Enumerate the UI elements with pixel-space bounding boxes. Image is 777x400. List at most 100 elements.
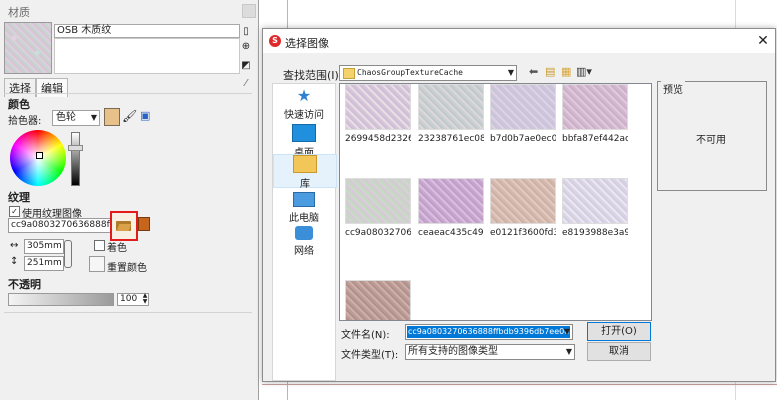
material-name-input[interactable]: OSB 木质纹 [54, 24, 240, 38]
height-arrow-icon: ↕ [10, 256, 19, 267]
reset-color-swatch[interactable] [89, 256, 105, 272]
material-color-swatch[interactable] [104, 108, 120, 126]
opacity-slider[interactable] [8, 293, 114, 306]
display-secondary-icon[interactable]: ▯ [240, 26, 252, 38]
look-in-value: ChaosGroupTextureCache [357, 68, 463, 77]
places-bar: ★ 快速访问 桌面 库 此电脑 网络 [272, 83, 337, 381]
desktop-icon [292, 124, 316, 142]
file-tile[interactable]: 2699458d2326... [345, 84, 411, 144]
edit-texture-icon[interactable] [138, 217, 150, 231]
file-thumbnail [490, 84, 556, 130]
material-thumbnail [4, 22, 52, 74]
texture-width-input[interactable]: 305mm [24, 239, 64, 254]
tab-select[interactable]: 选择 [4, 78, 36, 97]
place-label: 快速访问 [284, 110, 324, 121]
filename-input[interactable]: cc9a0803270636888ffbdb9396db7ee0e ▼ [405, 324, 573, 340]
texture-height-input[interactable]: 251mm [24, 256, 64, 271]
filetype-value: 所有支持的图像类型 [408, 346, 498, 357]
place-quick-access[interactable]: ★ 快速访问 [273, 88, 335, 122]
file-list[interactable]: 2699458d2326... 23238761ec08... b7d0b7ae… [339, 83, 652, 321]
file-thumbnail [490, 178, 556, 224]
look-in-select[interactable]: ChaosGroupTextureCache ▼ [339, 65, 517, 81]
file-name: b7d0b7ae0ec0... [490, 134, 556, 144]
file-tile[interactable] [345, 280, 411, 320]
panel-tabs: 选择 编辑 [4, 78, 68, 97]
create-material-icon[interactable]: ⊕ [240, 41, 252, 53]
new-folder-icon[interactable]: ▦ [561, 66, 571, 78]
folder-open-icon [116, 224, 132, 231]
place-library[interactable]: 库 [273, 154, 337, 190]
filename-value: cc9a0803270636888ffbdb9396db7ee0e [407, 326, 571, 338]
match-color-on-screen-icon[interactable]: ▣ [140, 109, 150, 122]
file-name: cc9a080327063... [345, 228, 411, 238]
chevron-down-icon: ▼ [565, 347, 572, 356]
default-material-icon[interactable]: ◩ [240, 60, 252, 72]
color-picker-select[interactable]: 色轮 ▼ [52, 110, 100, 126]
filetype-select[interactable]: 所有支持的图像类型 ▼ [405, 344, 575, 360]
dialog-title: 选择图像 [285, 37, 329, 50]
color-section-heading: 颜色 [8, 98, 30, 111]
file-tile[interactable]: cc9a080327063... [345, 178, 411, 238]
reset-color-label: 重置颜色 [107, 263, 147, 274]
aspect-lock-icon[interactable] [64, 240, 72, 268]
file-thumbnail [345, 178, 411, 224]
chevron-down-icon[interactable]: ▼ [564, 325, 570, 339]
file-tile[interactable]: e8193988e3a9... [562, 178, 628, 238]
place-label: 此电脑 [289, 213, 319, 224]
filename-label: 文件名(N): [341, 330, 390, 341]
file-thumbnail [345, 84, 411, 130]
tab-edit[interactable]: 编辑 [36, 78, 68, 97]
place-label: 库 [300, 179, 310, 190]
close-icon[interactable]: ✕ [754, 32, 772, 50]
computer-icon [293, 192, 315, 207]
material-description-box[interactable] [54, 38, 240, 74]
preview-unavailable-text: 不可用 [696, 135, 726, 146]
file-thumbnail [418, 84, 484, 130]
file-tile[interactable]: ceaeac435c49... [418, 178, 484, 238]
folder-icon [343, 68, 355, 79]
colorize-label: 着色 [107, 243, 127, 254]
chevron-down-icon: ▼ [507, 68, 514, 77]
file-name: ceaeac435c49... [418, 228, 484, 238]
eyedropper-icon[interactable]: ⁄ [240, 78, 252, 90]
network-icon [295, 226, 313, 240]
panel-collapse-button[interactable] [242, 4, 256, 18]
browse-texture-button[interactable] [110, 211, 138, 241]
texture-file-field[interactable]: cc9a0803270636888ffbdb939 [8, 218, 112, 233]
colorize-checkbox[interactable] [94, 240, 105, 251]
filetype-label: 文件类型(T): [341, 350, 399, 361]
brightness-slider-handle[interactable] [68, 145, 83, 151]
open-button[interactable]: 打开(O) [587, 322, 651, 341]
file-tile[interactable]: e0121f3600fd3... [490, 178, 556, 238]
cancel-button[interactable]: 取消 [587, 342, 651, 361]
opacity-section-heading: 不透明 [8, 278, 41, 291]
use-texture-checkbox[interactable]: ✓ [9, 206, 20, 217]
file-tile[interactable]: 23238761ec08... [418, 84, 484, 144]
file-tile[interactable]: bbfa87ef442ac... [562, 84, 628, 144]
opacity-spinner[interactable]: ▲ ▼ [141, 293, 149, 306]
width-arrow-icon: ↔ [10, 240, 19, 251]
color-wheel-marker[interactable] [36, 152, 43, 159]
brightness-slider-track[interactable] [71, 132, 80, 186]
sketchup-app-icon: S [269, 35, 281, 47]
place-network[interactable]: 网络 [273, 226, 335, 257]
picker-label: 拾色器: [8, 116, 42, 127]
match-color-in-model-icon[interactable]: 🖌 [122, 109, 137, 123]
tab-divider [4, 93, 252, 94]
file-tile[interactable]: b7d0b7ae0ec0... [490, 84, 556, 144]
color-picker-value: 色轮 [56, 112, 76, 123]
texture-section-heading: 纹理 [8, 191, 30, 204]
file-name: 23238761ec08... [418, 134, 484, 144]
panel-bottom-divider [4, 312, 252, 313]
place-this-pc[interactable]: 此电脑 [273, 192, 335, 224]
file-name: e8193988e3a9... [562, 228, 628, 238]
material-panel: 材质 OSB 木质纹 ▯ ⊕ ◩ ⁄ 选择 编辑 颜色 拾色器: 色轮 ▼ 🖌 ▣… [0, 0, 259, 400]
file-thumbnail [418, 178, 484, 224]
back-arrow-icon[interactable]: ⬅ [529, 66, 538, 78]
viewport-ground-line [262, 384, 777, 385]
view-menu-icon[interactable]: ▥▾ [576, 66, 592, 78]
file-thumbnail [562, 84, 628, 130]
up-folder-icon[interactable]: ▤ [545, 66, 555, 78]
chevron-down-icon: ▼ [90, 113, 97, 122]
dialog-titlebar[interactable]: S 选择图像 ✕ [263, 29, 775, 53]
